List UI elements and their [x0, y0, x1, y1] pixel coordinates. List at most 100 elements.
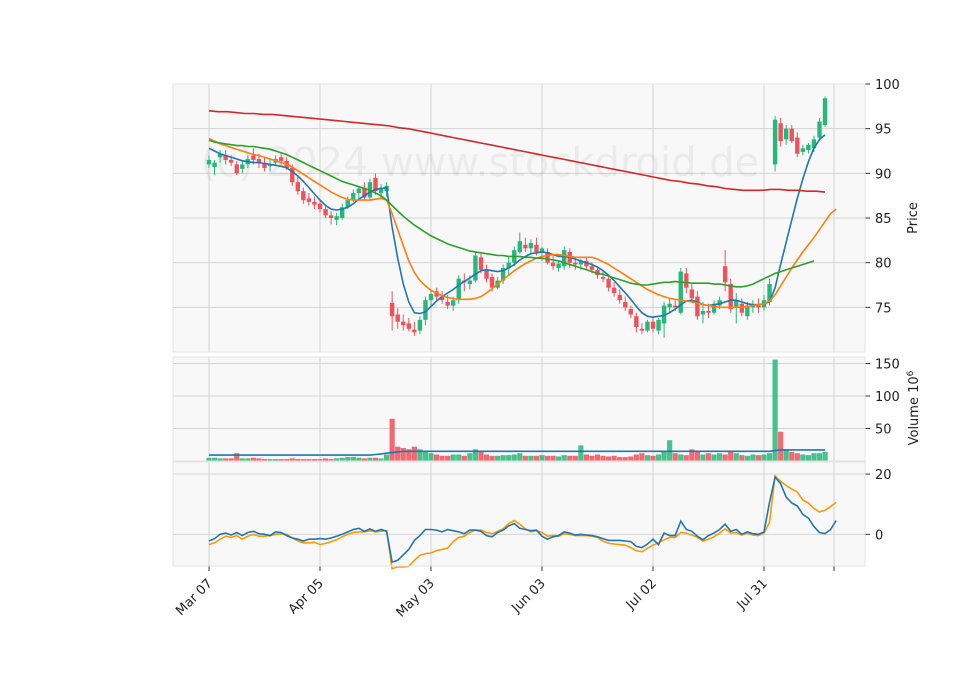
price-axis-label: Price: [906, 202, 921, 234]
volume-bar: [600, 455, 606, 461]
candle-body: [795, 137, 800, 154]
volume-bar: [683, 455, 689, 461]
candle-body: [389, 302, 395, 317]
candle-body: [817, 121, 822, 138]
candle-body: [739, 303, 744, 313]
volume-bar: [506, 455, 512, 461]
volume-bar: [411, 446, 417, 461]
candle-body: [822, 98, 828, 126]
candle-body: [722, 266, 728, 283]
volume-bar: [400, 448, 406, 461]
price-y-tick-label: 75: [875, 301, 892, 316]
volume-bar: [345, 457, 351, 461]
volume-bar: [705, 453, 712, 461]
volume-bar: [783, 449, 789, 461]
candle-body: [478, 257, 484, 270]
price-y-tick-label: 85: [875, 212, 892, 227]
volume-axis-label: Volume 106: [906, 370, 922, 445]
candle-body: [784, 128, 789, 140]
volume-bar: [761, 454, 767, 461]
candle-body: [323, 209, 328, 216]
volume-bar: [678, 454, 684, 461]
candle-body: [395, 314, 400, 322]
volume-bar: [744, 455, 750, 461]
candle-body: [800, 148, 806, 152]
candle-body: [451, 300, 456, 306]
volume-bar: [805, 455, 811, 461]
volume-bar: [778, 431, 784, 461]
candle-body: [301, 191, 306, 201]
candle-body: [234, 164, 239, 174]
candle-body: [306, 198, 312, 202]
volume-bar: [655, 454, 662, 461]
volume-bar: [433, 454, 440, 461]
candle-body: [700, 310, 706, 315]
candle-body: [756, 305, 761, 308]
volume-bar: [395, 446, 401, 461]
volume-bar: [384, 454, 390, 461]
volume-bar: [389, 418, 395, 461]
price-y-tick-label: 95: [875, 123, 892, 138]
oscillator-panel-bg: [173, 462, 865, 566]
candle-body: [278, 157, 284, 161]
candle-body: [728, 284, 733, 310]
volume-bar: [800, 454, 806, 461]
volume-bar: [461, 455, 467, 461]
candle-body: [645, 321, 650, 331]
candle-body: [778, 123, 783, 142]
candle-body: [317, 203, 323, 210]
volume-bar: [594, 454, 601, 461]
oscillator-y-tick-label: 20: [875, 468, 892, 483]
volume-bar: [711, 454, 717, 461]
volume-bar: [811, 453, 817, 461]
candle-body: [212, 162, 217, 168]
volume-bar: [511, 454, 517, 461]
candle-body: [229, 159, 234, 163]
volume-bar: [728, 451, 734, 461]
volume-bar: [489, 455, 495, 461]
volume-bar: [578, 445, 584, 461]
volume-bar: [717, 453, 723, 461]
volume-bar: [439, 455, 445, 461]
candle-body: [467, 280, 473, 285]
candle-body: [401, 321, 406, 326]
candle-body: [406, 323, 411, 329]
candle-body: [772, 119, 778, 165]
volume-bar: [517, 453, 523, 461]
volume-bar: [350, 457, 356, 461]
volume-bar: [700, 454, 706, 461]
candle-body: [334, 216, 339, 220]
volume-bar: [528, 455, 534, 461]
candle-body: [312, 201, 317, 205]
price-y-tick-label: 90: [875, 167, 892, 182]
candle-body: [706, 310, 711, 313]
price-y-tick-label: 80: [875, 257, 892, 272]
candle-body: [634, 316, 639, 327]
oscillator-y-tick-label: 0: [875, 528, 883, 543]
candle-body: [695, 296, 700, 317]
volume-bar: [606, 456, 612, 461]
candle-body: [356, 188, 362, 193]
volume-bar: [822, 451, 828, 461]
candle-body: [789, 128, 794, 142]
candle-body: [611, 287, 617, 294]
volume-bar: [755, 455, 762, 461]
volume-bar: [794, 453, 800, 461]
candle-body: [623, 301, 628, 308]
volume-bar: [478, 451, 484, 461]
volume-bar: [572, 455, 578, 461]
x-tick-label: Mar 07: [173, 576, 216, 619]
volume-y-tick-label: 100: [875, 390, 900, 405]
volume-bar: [450, 454, 456, 461]
candle-body: [295, 182, 300, 192]
candle-body: [667, 303, 672, 308]
candle-body: [417, 319, 423, 331]
candle-body: [528, 243, 534, 249]
volume-bar: [750, 454, 756, 461]
volume-bar: [739, 455, 745, 461]
candle-body: [573, 262, 578, 265]
volume-bar: [483, 454, 490, 461]
volume-bar: [672, 453, 678, 461]
candle-body: [251, 155, 256, 160]
volume-bar: [522, 455, 528, 461]
